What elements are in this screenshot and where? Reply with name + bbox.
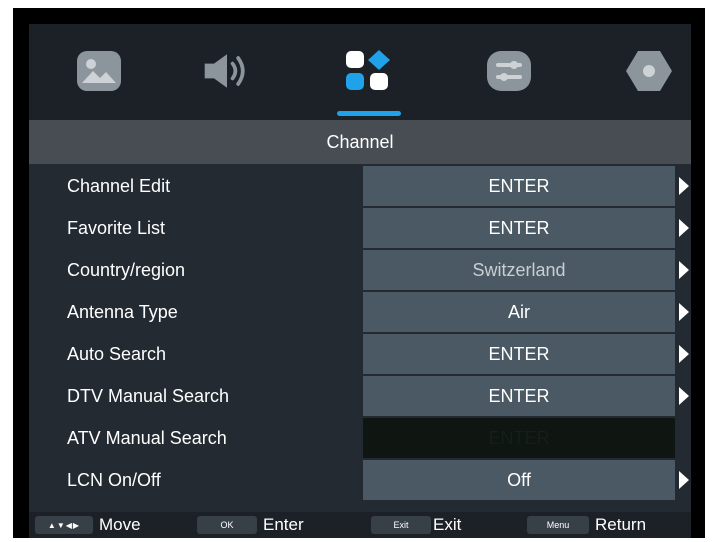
menu-item-atv-manual-search: ATV Manual Search ENTER [29,418,691,460]
menu-item-value[interactable]: Air [363,292,675,332]
active-tab-indicator [337,111,401,116]
footer-hints: ▲▼◀▶ Move OK Enter Exit Exit Menu Return [29,512,691,538]
menu-item-value[interactable]: ENTER [363,376,675,416]
move-key-hint: ▲▼◀▶ [35,516,93,534]
menu-item-value[interactable]: Off [363,460,675,500]
menu-tab-bar [29,24,691,120]
exit-key-hint: Exit [371,516,431,534]
arrow-right-icon [679,177,689,195]
tv-screen: Channel Channel Edit ENTER Favorite List… [13,8,705,538]
sound-icon[interactable] [201,48,253,94]
settings-menu: Channel Channel Edit ENTER Favorite List… [29,24,691,538]
arrow-right-icon [679,471,689,489]
menu-item-antenna-type[interactable]: Antenna Type Air [29,292,691,334]
menu-item-dtv-manual-search[interactable]: DTV Manual Search ENTER [29,376,691,418]
return-label: Return [595,515,647,534]
menu-item-auto-search[interactable]: Auto Search ENTER [29,334,691,376]
arrow-right-icon [679,345,689,363]
menu-item-lcn-on-off[interactable]: LCN On/Off Off [29,460,691,502]
channel-icon[interactable] [343,48,395,94]
menu-item-country-region[interactable]: Country/region Switzerland [29,250,691,292]
exit-label: Exit [433,515,462,534]
menu-item-label: DTV Manual Search [67,386,230,406]
arrow-right-icon [679,261,689,279]
picture-icon[interactable] [73,48,125,94]
menu-item-label: Country/region [67,260,186,280]
menu-title: Channel [29,120,691,164]
arrow-right-icon [679,303,689,321]
menu-item-favorite-list[interactable]: Favorite List ENTER [29,208,691,250]
arrow-right-icon [679,387,689,405]
menu-item-label: ATV Manual Search [67,428,227,448]
move-label: Move [99,515,141,534]
arrow-right-icon [679,219,689,237]
lock-icon[interactable] [623,48,675,94]
enter-label: Enter [263,515,304,534]
menu-item-value[interactable]: ENTER [363,208,675,248]
menu-item-value[interactable]: ENTER [363,166,675,206]
menu-item-label: Auto Search [67,344,167,364]
menu-item-value: ENTER [363,418,675,458]
menu-item-label: Favorite List [67,218,166,238]
menu-item-label: Channel Edit [67,176,171,196]
menu-key-hint: Menu [527,516,589,534]
settings-sliders-icon[interactable] [483,48,535,94]
menu-item-channel-edit[interactable]: Channel Edit ENTER [29,166,691,208]
menu-item-label: Antenna Type [67,302,178,322]
ok-key-hint: OK [197,516,257,534]
menu-item-value[interactable]: ENTER [363,334,675,374]
menu-item-label: LCN On/Off [67,470,161,490]
menu-item-value[interactable]: Switzerland [363,250,675,290]
